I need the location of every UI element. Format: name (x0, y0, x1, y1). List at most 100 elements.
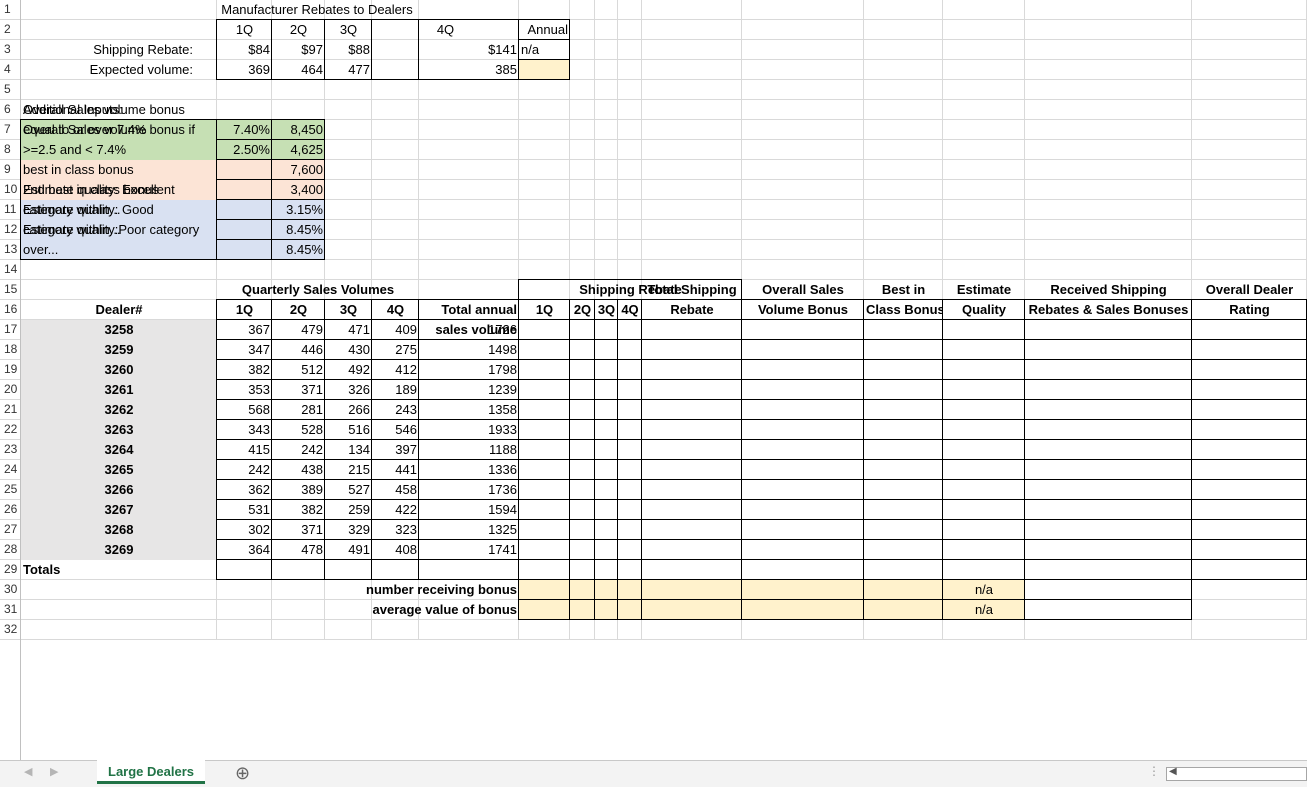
quarter-header[interactable]: 1Q (217, 20, 272, 39)
quarter-col-header[interactable]: 2Q (272, 300, 325, 319)
quarter-volume[interactable]: 422 (372, 500, 419, 519)
quarter-volume[interactable]: 458 (372, 480, 419, 499)
input-value[interactable]: 8.45% (272, 240, 325, 259)
sheet-title[interactable]: Manufacturer Rebates to Dealers (157, 0, 477, 19)
dealer-id[interactable]: 3263 (21, 420, 217, 439)
dealer-id[interactable]: 3268 (21, 520, 217, 539)
dealer-id[interactable]: 3265 (21, 460, 217, 479)
best-in-class-header[interactable]: Class Bonus (864, 300, 943, 319)
estimate-quality-header[interactable]: Estimate (943, 280, 1025, 299)
dealer-id[interactable]: 3269 (21, 540, 217, 559)
annual-rebate-value[interactable]: n/a (519, 40, 570, 59)
quarter-volume[interactable]: 471 (325, 320, 372, 339)
total-annual-volume[interactable]: 1498 (419, 340, 519, 359)
dealer-id[interactable]: 3259 (21, 340, 217, 359)
quarter-volume[interactable]: 516 (325, 420, 372, 439)
input-label[interactable]: best in class bonus (21, 160, 217, 179)
quarter-volume[interactable]: 215 (325, 460, 372, 479)
quarter-volume[interactable]: 189 (372, 380, 419, 399)
quarter-volume[interactable]: 347 (217, 340, 272, 359)
quarter-volume[interactable]: 441 (372, 460, 419, 479)
expected-volume-value[interactable]: 385 (372, 60, 519, 79)
input-label[interactable]: Overall Sales volume bonus if (21, 120, 217, 139)
input-pct[interactable]: 2.50% (217, 140, 272, 159)
quarter-volume[interactable]: 397 (372, 440, 419, 459)
dealer-rating-header[interactable]: Overall Dealer (1192, 280, 1307, 299)
row-number[interactable]: 31 (0, 600, 25, 619)
quarter-volume[interactable]: 266 (325, 400, 372, 419)
total-annual-volume[interactable]: 1594 (419, 500, 519, 519)
quarter-volume[interactable]: 568 (217, 400, 272, 419)
dealer-id[interactable]: 3261 (21, 380, 217, 399)
received-header[interactable]: Rebates & Sales Bonuses (1025, 300, 1192, 319)
overall-bonus-header[interactable]: Overall Sales (742, 280, 864, 299)
input-pct[interactable]: 7.40% (217, 120, 272, 139)
row-number[interactable]: 14 (0, 260, 25, 279)
quality-na[interactable]: n/a (943, 580, 1025, 599)
quarter-volume[interactable]: 275 (372, 340, 419, 359)
dealer-id[interactable]: 3264 (21, 440, 217, 459)
quarter-col-header[interactable]: 4Q (372, 300, 419, 319)
quarter-volume[interactable]: 408 (372, 540, 419, 559)
shipping-rebate-value[interactable]: $84 (217, 40, 272, 59)
quarter-volume[interactable]: 382 (217, 360, 272, 379)
quarter-volume[interactable]: 531 (217, 500, 272, 519)
rebate-quarter-header[interactable]: 1Q (519, 300, 570, 319)
quarter-volume[interactable]: 382 (272, 500, 325, 519)
quarter-volume[interactable]: 409 (372, 320, 419, 339)
dealer-id[interactable]: 3266 (21, 480, 217, 499)
number-receiving-label[interactable]: number receiving bonus (325, 580, 519, 599)
expected-volume-value[interactable]: 369 (217, 60, 272, 79)
quarter-header[interactable]: 4Q (372, 20, 519, 39)
input-label[interactable]: Overall Sales volume bonus (21, 100, 217, 119)
total-annual-volume[interactable]: 1239 (419, 380, 519, 399)
total-annual-volume[interactable]: 1336 (419, 460, 519, 479)
spreadsheet-grid[interactable]: 1 2 3 4 5 6 7 8 9 10 11 12 13 14 15 16 17 18 19 20 21 22 23 24 2… (0, 0, 1307, 760)
quarter-volume[interactable]: 371 (272, 380, 325, 399)
overall-bonus-header[interactable]: Volume Bonus (742, 300, 864, 319)
input-value[interactable]: 3,400 (272, 180, 325, 199)
quarter-volume[interactable]: 389 (272, 480, 325, 499)
quarter-volume[interactable]: 243 (372, 400, 419, 419)
quarter-header[interactable]: 3Q (325, 20, 372, 39)
quarter-volume[interactable]: 478 (272, 540, 325, 559)
quarter-volume[interactable]: 528 (272, 420, 325, 439)
quarter-volume[interactable]: 367 (217, 320, 272, 339)
quarter-volume[interactable]: 446 (272, 340, 325, 359)
input-value[interactable]: 8,450 (272, 120, 325, 139)
dealer-id[interactable]: 3262 (21, 400, 217, 419)
quarter-volume[interactable]: 546 (372, 420, 419, 439)
quarter-volume[interactable]: 281 (272, 400, 325, 419)
input-label[interactable]: Estimate quality: Excellent (21, 180, 217, 199)
quarter-volume[interactable]: 430 (325, 340, 372, 359)
total-shipping-header[interactable]: Total Shipping (642, 280, 742, 299)
dealer-id[interactable]: 3258 (21, 320, 217, 339)
total-annual-volume[interactable]: 1736 (419, 480, 519, 499)
row-number[interactable]: 2 (0, 20, 25, 39)
add-sheet-icon[interactable]: ⊕ (235, 762, 250, 784)
quarter-volume[interactable]: 412 (372, 360, 419, 379)
quarter-volume[interactable]: 479 (272, 320, 325, 339)
row-number[interactable]: 15 (0, 280, 25, 299)
shipping-rebate-value[interactable]: $97 (272, 40, 325, 59)
expected-volume-label[interactable]: Expected volume: (21, 60, 195, 79)
input-label[interactable]: over... (21, 240, 217, 259)
total-annual-volume[interactable]: 1798 (419, 360, 519, 379)
quarter-volume[interactable]: 134 (325, 440, 372, 459)
row-number[interactable]: 1 (0, 0, 25, 19)
quarter-volume[interactable]: 512 (272, 360, 325, 379)
quarter-volume[interactable]: 371 (272, 520, 325, 539)
quarter-volume[interactable]: 329 (325, 520, 372, 539)
shipping-rebate-value[interactable]: $141 (372, 40, 519, 59)
quarter-volume[interactable]: 492 (325, 360, 372, 379)
quarter-volume[interactable]: 259 (325, 500, 372, 519)
total-annual-volume[interactable]: 1726 (419, 320, 519, 339)
total-annual-volume[interactable]: 1188 (419, 440, 519, 459)
quarter-volume[interactable]: 438 (272, 460, 325, 479)
estimate-quality-header[interactable]: Quality (943, 300, 1025, 319)
quarterly-sales-header[interactable]: Quarterly Sales Volumes (217, 280, 419, 299)
total-annual-volume[interactable]: 1741 (419, 540, 519, 559)
total-annual-volume[interactable]: 1933 (419, 420, 519, 439)
quarter-col-header[interactable]: 3Q (325, 300, 372, 319)
quarter-volume[interactable]: 491 (325, 540, 372, 559)
